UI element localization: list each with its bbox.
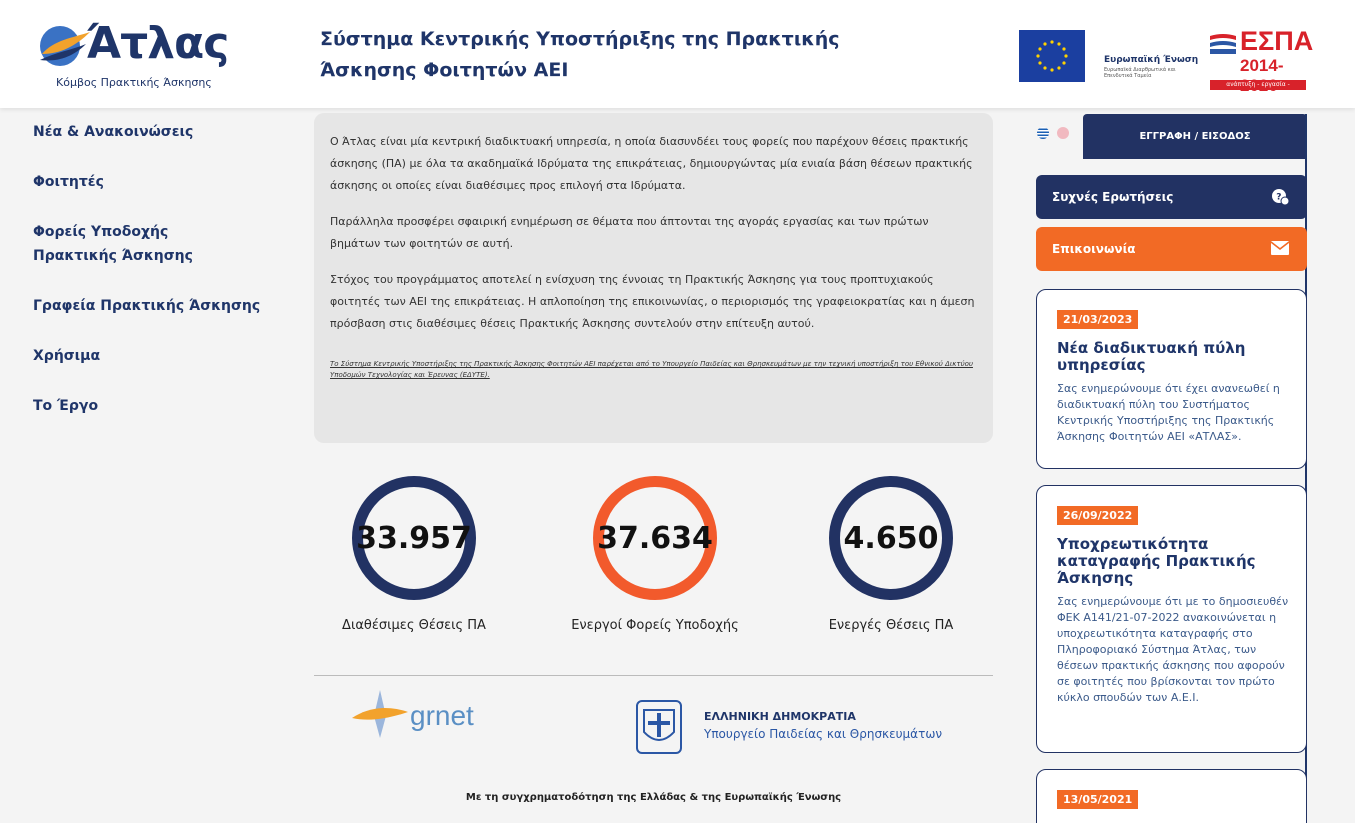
- greek-flag-icon[interactable]: [1037, 127, 1049, 139]
- envelope-icon: [1270, 240, 1290, 259]
- eu-label: Ευρωπαϊκή Ένωση Ευρωπαϊκά Διαρθρωτικά κα…: [1104, 55, 1199, 79]
- uk-flag-icon[interactable]: [1057, 127, 1069, 139]
- cofunding-note: Με τη συγχρηματοδότηση της Ελλάδας & της…: [465, 792, 842, 803]
- news-date: 21/03/2023: [1057, 310, 1139, 329]
- logo-subtitle: Κόμβος Πρακτικής Άσκησης: [56, 76, 212, 89]
- news-title: Υποχρεωτικότητα καταγραφής Πρακτικής Άσκ…: [1057, 535, 1256, 587]
- site-title-line1: Σύστημα Κεντρικής Υποστήριξης της Πρακτι…: [320, 28, 840, 50]
- espa-bars-icon: [1210, 34, 1236, 54]
- stat-circle: 4.650: [829, 476, 953, 600]
- greek-emblem-icon: [636, 700, 682, 754]
- ministry-line2: Υπουργείο Παιδείας και Θρησκευμάτων: [704, 727, 943, 741]
- nav-item-useful[interactable]: Χρήσιμα: [33, 344, 293, 368]
- stat-circle: 33.957: [352, 476, 476, 600]
- register-login-button[interactable]: ΕΓΓΡΑΦΗ / ΕΙΣΟΔΟΣ: [1083, 114, 1307, 159]
- stat-label: Διαθέσιμες Θέσεις ΠΑ: [342, 618, 486, 633]
- contact-button-label: Επικοινωνία: [1052, 242, 1136, 256]
- ministry-logo[interactable]: ΕΛΛΗΝΙΚΗ ΔΗΜΟΚΡΑΤΙΑ Υπουργείο Παιδείας κ…: [636, 700, 976, 756]
- news-date: 26/09/2022: [1057, 506, 1139, 525]
- atlas-logo[interactable]: Άτλας Κόμβος Πρακτικής Άσκησης: [36, 18, 229, 98]
- intro-provider-note[interactable]: Το Σύστημα Κεντρικής Υποστήριξης της Πρα…: [330, 359, 977, 381]
- espa-logo: ΕΣΠΑ 2014-2020 ανάπτυξη - εργασία - αλλη…: [1210, 26, 1313, 98]
- news-body: Σας ενημερώνουμε ότι με το δημοσιευθέν Φ…: [1057, 595, 1289, 704]
- contact-button[interactable]: Επικοινωνία: [1036, 227, 1307, 271]
- nav-item-internship-offices[interactable]: Γραφεία Πρακτικής Άσκησης: [33, 294, 293, 318]
- news-card[interactable]: 26/09/2022 Υποχρεωτικότητα καταγραφής Πρ…: [1036, 485, 1307, 753]
- site-title-line2: Άσκησης Φοιτητών ΑΕΙ: [320, 59, 569, 81]
- espa-tagline: ανάπτυξη - εργασία - αλληλεγγύη: [1210, 80, 1306, 98]
- intro-paragraph: Στόχος του προγράμματος αποτελεί η ενίσχ…: [330, 273, 975, 330]
- news-date: 13/05/2021: [1057, 790, 1139, 809]
- svg-text:?: ?: [1276, 193, 1281, 203]
- espa-title: ΕΣΠΑ: [1240, 26, 1314, 56]
- intro-box: Ο Άτλας είναι μία κεντρική διαδικτυακή υ…: [314, 113, 993, 443]
- nav-item-project[interactable]: Το Έργο: [33, 394, 293, 418]
- logo-wordmark: Άτλας: [86, 18, 229, 69]
- news-card[interactable]: 13/05/2021: [1036, 769, 1307, 823]
- stat-label: Ενεργοί Φορείς Υποδοχής: [571, 618, 739, 633]
- grnet-logo[interactable]: grnet: [350, 688, 510, 748]
- news-title: Νέα διαδικτυακή πύλη υπηρεσίας: [1057, 339, 1246, 374]
- section-divider: [314, 675, 993, 676]
- atlas-globe-icon: [40, 26, 90, 66]
- main-nav: Νέα & Ανακοινώσεις Φοιτητές Φορείς Υποδο…: [33, 120, 293, 444]
- faq-button-label: Συχνές Ερωτήσεις: [1052, 190, 1174, 204]
- news-body: Σας ενημερώνουμε ότι έχει ανανεωθεί η δι…: [1057, 382, 1280, 443]
- intro-paragraph: Παράλληλα προσφέρει σφαιρική ενημέρωση σ…: [330, 215, 929, 250]
- stat-available-positions: 33.957 Διαθέσιμες Θέσεις ΠΑ: [314, 476, 514, 633]
- site-title: Σύστημα Κεντρικής Υποστήριξης της Πρακτι…: [320, 24, 880, 86]
- grnet-swoosh-icon: [352, 690, 408, 738]
- eu-title: Ευρωπαϊκή Ένωση: [1104, 55, 1199, 65]
- nav-item-students[interactable]: Φοιτητές: [33, 170, 293, 194]
- stat-active-positions: 4.650 Ενεργές Θέσεις ΠΑ: [791, 476, 991, 633]
- chat-question-icon: ?: [1271, 188, 1290, 210]
- stat-circle: 37.634: [593, 476, 717, 600]
- grnet-wordmark: grnet: [410, 700, 474, 731]
- news-card[interactable]: 21/03/2023 Νέα διαδικτυακή πύλη υπηρεσία…: [1036, 289, 1307, 469]
- site-header: Άτλας Κόμβος Πρακτικής Άσκησης Σύστημα Κ…: [0, 0, 1355, 108]
- faq-button[interactable]: Συχνές Ερωτήσεις ?: [1036, 175, 1307, 219]
- stat-label: Ενεργές Θέσεις ΠΑ: [828, 618, 954, 633]
- stat-active-hosts: 37.634 Ενεργοί Φορείς Υποδοχής: [555, 476, 755, 633]
- nav-item-news[interactable]: Νέα & Ανακοινώσεις: [33, 120, 293, 144]
- language-switcher: [1037, 127, 1069, 139]
- nav-item-host-organizations[interactable]: Φορείς Υποδοχής Πρακτικής Άσκησης: [33, 220, 233, 268]
- intro-paragraph: Ο Άτλας είναι μία κεντρική διαδικτυακή υ…: [330, 135, 973, 192]
- ministry-line1: ΕΛΛΗΝΙΚΗ ΔΗΜΟΚΡΑΤΙΑ: [704, 710, 856, 723]
- eu-subtitle: Ευρωπαϊκά Διαρθρωτικά και Επενδυτικά Ταμ…: [1104, 67, 1176, 79]
- eu-flag-icon: [1019, 30, 1085, 82]
